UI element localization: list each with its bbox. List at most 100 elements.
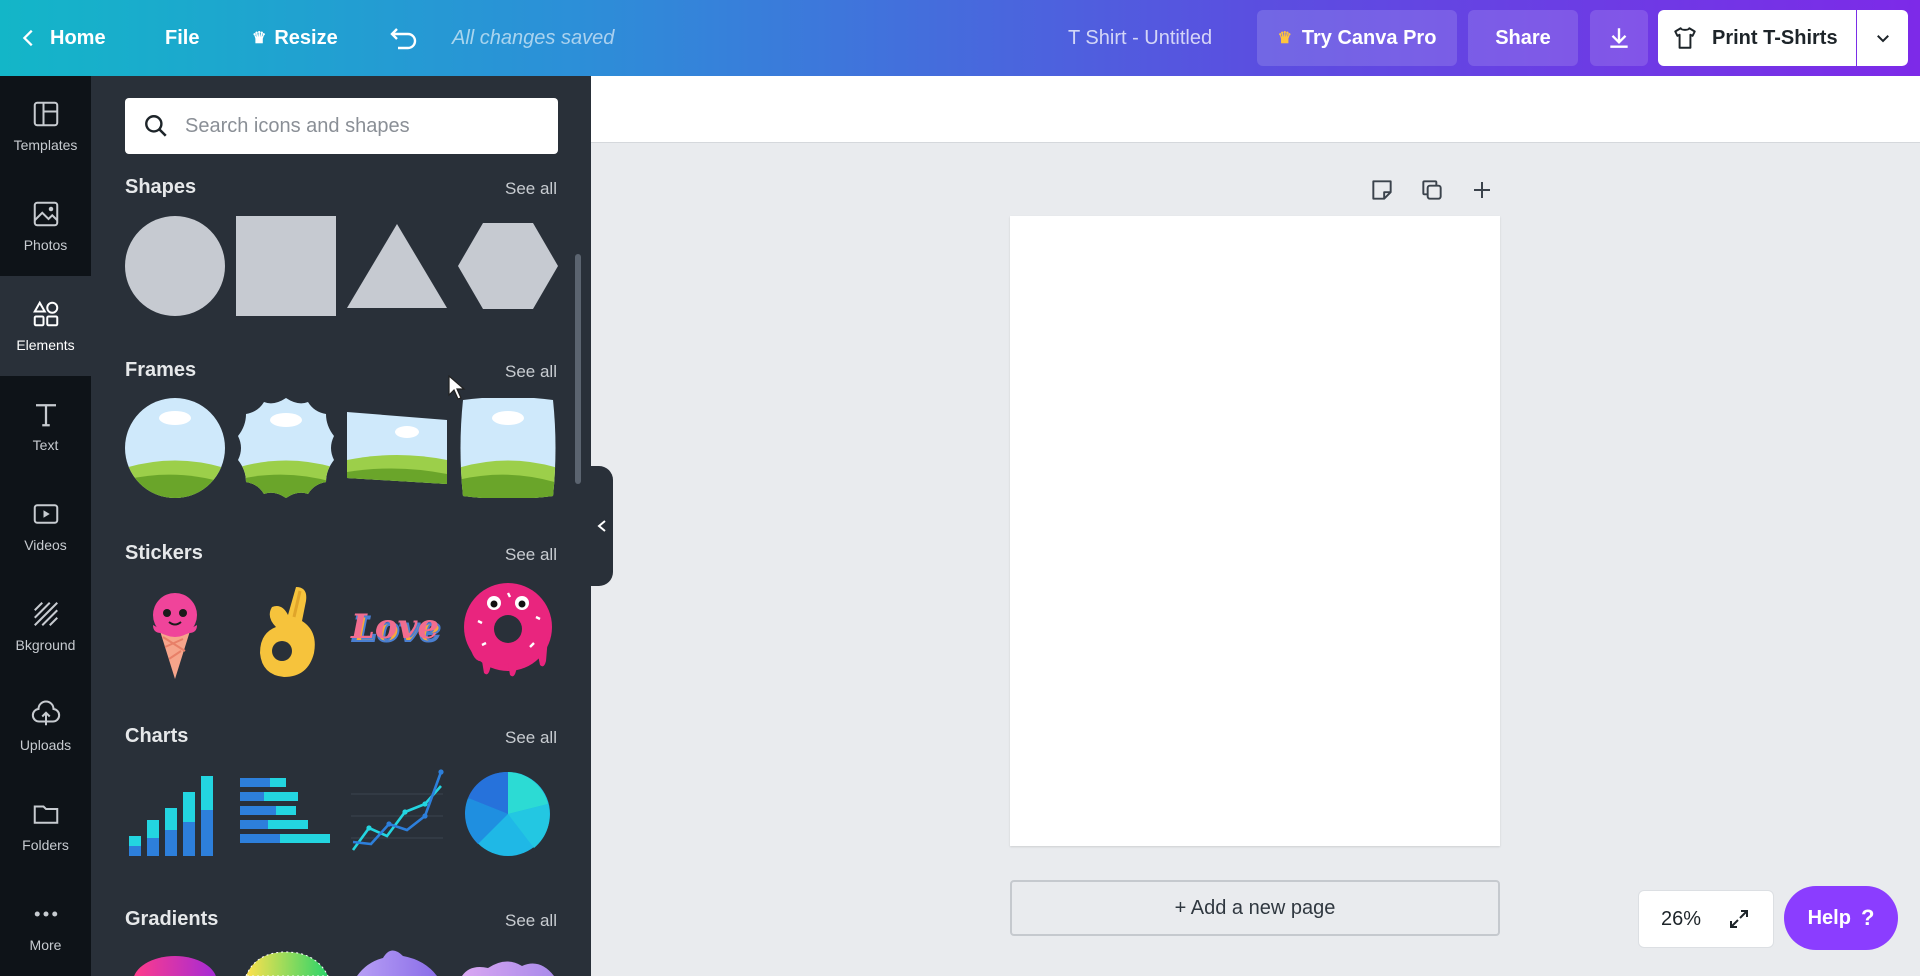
duplicate-icon: [1422, 180, 1442, 200]
resize-button[interactable]: ♛ Resize: [252, 0, 338, 76]
donut-sticker[interactable]: [458, 581, 558, 681]
crown-icon: ♛: [252, 30, 267, 47]
ice-cream-sticker[interactable]: [125, 581, 225, 681]
plus-icon: [1474, 182, 1490, 198]
scalloped-frame[interactable]: [236, 398, 336, 498]
bar-chart-element[interactable]: [125, 764, 225, 864]
love-text-sticker[interactable]: Love Love: [347, 581, 447, 681]
download-icon: [1610, 28, 1628, 48]
add-page-button[interactable]: + Add a new page: [1010, 880, 1500, 936]
home-button[interactable]: Home: [18, 0, 106, 76]
download-button[interactable]: [1590, 10, 1648, 66]
nav-label: Folders: [22, 837, 69, 853]
hexagon-shape[interactable]: [458, 216, 558, 316]
nav-label: More: [29, 937, 62, 953]
circle-shape[interactable]: [125, 216, 225, 316]
mouse-cursor-icon: [448, 375, 466, 400]
triangle-shape[interactable]: [347, 216, 447, 316]
templates-icon: [33, 101, 58, 127]
collapse-panel-button[interactable]: [591, 466, 613, 586]
see-all-charts[interactable]: See all: [505, 728, 557, 748]
help-button[interactable]: Help ?: [1784, 886, 1898, 950]
uploads-icon: [31, 700, 60, 726]
more-icon: [34, 911, 57, 917]
chevron-down-icon: [1876, 35, 1889, 43]
file-menu[interactable]: File: [165, 0, 199, 76]
left-nav: Templates Photos Elements Text Videos Bk…: [0, 76, 91, 976]
nav-label: Videos: [24, 537, 67, 553]
nav-elements[interactable]: Elements: [0, 276, 91, 376]
share-button[interactable]: Share: [1468, 10, 1578, 66]
gradient-blob-3[interactable]: [347, 946, 447, 976]
photos-icon: [33, 201, 58, 227]
gradient-blob-1[interactable]: [125, 946, 225, 976]
print-dropdown-button[interactable]: [1857, 10, 1908, 66]
nav-folders[interactable]: Folders: [0, 776, 91, 876]
print-tshirts-button[interactable]: Print T-Shirts: [1658, 10, 1856, 66]
gradient-blob-4[interactable]: [458, 946, 558, 976]
help-label: Help: [1807, 906, 1851, 929]
nav-label: Text: [32, 437, 59, 453]
undo-button[interactable]: [388, 24, 418, 52]
nav-photos[interactable]: Photos: [0, 176, 91, 276]
text-icon: [35, 404, 56, 427]
chevron-left-icon: [22, 29, 33, 47]
save-status: All changes saved: [452, 26, 615, 49]
rounded-frame[interactable]: [458, 398, 558, 498]
search-icon: [145, 115, 167, 137]
search-input[interactable]: [185, 114, 545, 138]
nav-videos[interactable]: Videos: [0, 476, 91, 576]
document-title[interactable]: T Shirt - Untitled: [1068, 0, 1212, 76]
section-title-charts: Charts: [125, 725, 189, 747]
try-pro-label: Try Canva Pro: [1301, 26, 1437, 49]
resize-label: Resize: [274, 26, 338, 49]
nav-label: Photos: [23, 237, 68, 253]
add-page-icon-button[interactable]: [1468, 176, 1496, 204]
panel-scrollbar[interactable]: [575, 254, 581, 484]
circle-frame[interactable]: [125, 398, 225, 498]
tshirt-icon: [1674, 27, 1696, 49]
print-label: Print T-Shirts: [1712, 26, 1838, 49]
section-title-frames: Frames: [125, 359, 197, 381]
folders-icon: [33, 805, 58, 824]
skewed-frame[interactable]: [347, 398, 447, 498]
duplicate-page-button[interactable]: [1418, 176, 1446, 204]
top-bar: Home File ♛ Resize All changes saved T S…: [0, 0, 1920, 76]
nav-label: Uploads: [19, 737, 72, 753]
nav-label: Elements: [16, 337, 75, 353]
pie-chart-element[interactable]: [458, 764, 558, 864]
editor-toolbar: [591, 76, 1920, 143]
see-all-frames[interactable]: See all: [505, 362, 557, 382]
zoom-level[interactable]: 26%: [1661, 908, 1701, 931]
square-shape[interactable]: [236, 216, 336, 316]
page-notes-button[interactable]: [1368, 176, 1396, 204]
nav-background[interactable]: Bkground: [0, 576, 91, 676]
nav-text[interactable]: Text: [0, 376, 91, 476]
home-label: Home: [50, 26, 106, 49]
search-box[interactable]: [125, 98, 558, 154]
see-all-gradients[interactable]: See all: [505, 911, 557, 931]
nav-uploads[interactable]: Uploads: [0, 676, 91, 776]
nav-label: Bkground: [15, 637, 76, 653]
svg-text:Love: Love: [350, 607, 439, 647]
chevron-left-icon: [597, 520, 606, 532]
fullscreen-icon[interactable]: [1727, 907, 1751, 931]
note-icon: [1372, 180, 1392, 200]
try-pro-button[interactable]: ♛ Try Canva Pro: [1257, 10, 1457, 66]
gradient-blob-2[interactable]: [236, 946, 336, 976]
see-all-stickers[interactable]: See all: [505, 545, 557, 565]
elements-panel: Shapes See all Frames See all Stickers S…: [91, 76, 591, 976]
crown-icon: ♛: [1277, 30, 1292, 47]
page-tools: [1368, 176, 1496, 204]
section-title-gradients: Gradients: [125, 908, 219, 930]
design-page[interactable]: [1010, 216, 1500, 846]
zoom-control[interactable]: 26%: [1638, 890, 1774, 948]
ok-hand-sticker[interactable]: [236, 581, 336, 681]
horizontal-bar-chart-element[interactable]: [236, 764, 336, 864]
nav-more[interactable]: More: [0, 876, 91, 976]
see-all-shapes[interactable]: See all: [505, 179, 557, 199]
elements-icon: [32, 300, 58, 327]
line-chart-element[interactable]: [347, 764, 447, 864]
nav-templates[interactable]: Templates: [0, 76, 91, 176]
nav-label: Templates: [13, 137, 78, 153]
